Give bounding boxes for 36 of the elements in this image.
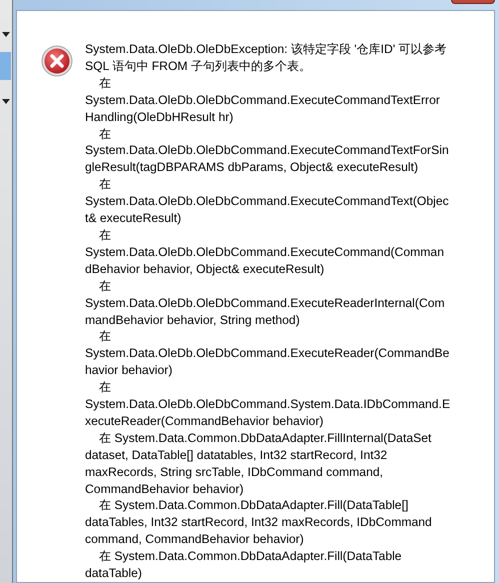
message-line: 在 System.Data.Common.DbDataAdapter.FillInternal(DataSet [98, 430, 432, 447]
message-line: System.Data.OleDb.OleDbCommand.ExecuteReaderInternal(Com [85, 294, 446, 312]
message-line: SQL 语句中 FROM 子句列表中的多个表。 [85, 58, 312, 75]
message-line: gleResult(tagDBPARAMS dbParams, Object& executeResult) [85, 159, 420, 176]
message-line: System.Data.OleDb.OleDbCommand.ExecuteReader(CommandBe [85, 345, 450, 362]
message-line: 在 [98, 278, 112, 295]
message-line: 在 [98, 176, 112, 194]
message-line: maxRecords, String srcTable, IDbCommand command, [85, 464, 384, 481]
selected-row [0, 52, 11, 80]
message-line: System.Data.OleDb.OleDbCommand.ExecuteCommand(Comman [85, 244, 445, 261]
dropdown-arrow-icon[interactable] [2, 32, 10, 38]
message-line: 在 [98, 226, 112, 244]
message-line: 在 [98, 74, 112, 92]
message-line: System.Data.OleDb.OleDbCommand.System.Data.IDbCommand.E [85, 396, 450, 413]
message-line: 在 System.Data.Common.DbDataAdapter.Fill(DataTable[] [98, 497, 410, 514]
message-line: dataTables, Int32 startRecord, Int32 maxRecords, IDbCommand [85, 514, 433, 532]
message-line: CommandBehavior behavior) [85, 480, 245, 498]
message-line: 在 [98, 328, 112, 346]
message-line: 在 System.Data.Common.DbDataAdapter.Fill(DataTable [98, 548, 403, 566]
message-line: xecuteReader(CommandBehavior behavior) [85, 412, 324, 430]
message-line: System.Data.OleDb.OleDbCommand.ExecuteCommandTextError [85, 92, 441, 109]
message-line: dataset, DataTable[] datatables, Int32 startRecord, Int32 [85, 446, 388, 464]
message-line: 在 [98, 379, 112, 396]
message-line: System.Data.OleDb.OleDbCommand.ExecuteCommandTextForSin [85, 142, 450, 160]
message-line: 在 [98, 126, 112, 142]
message-line: havior behavior) [85, 362, 174, 380]
error-icon [41, 45, 73, 77]
message-line: System.Data.OleDb.OleDbCommand.ExecuteCommandText(Objec [85, 193, 450, 210]
dropdown-arrow-icon[interactable] [2, 99, 10, 105]
message-line: Handling(OleDbHResult hr) [85, 108, 234, 126]
message-line: t& executeResult) [85, 210, 182, 227]
message-line: System.Data.OleDb.OleDbException: 该特定字段 '仓库ID' 可以参考 [85, 41, 448, 58]
message-line: dataTable) [85, 565, 143, 582]
message-line: command, CommandBehavior behavior) [85, 531, 305, 548]
message-line: dBehavior behavior, Object& executeResult) [85, 260, 326, 278]
message-line: mandBehavior behavior, String method) [85, 312, 301, 328]
